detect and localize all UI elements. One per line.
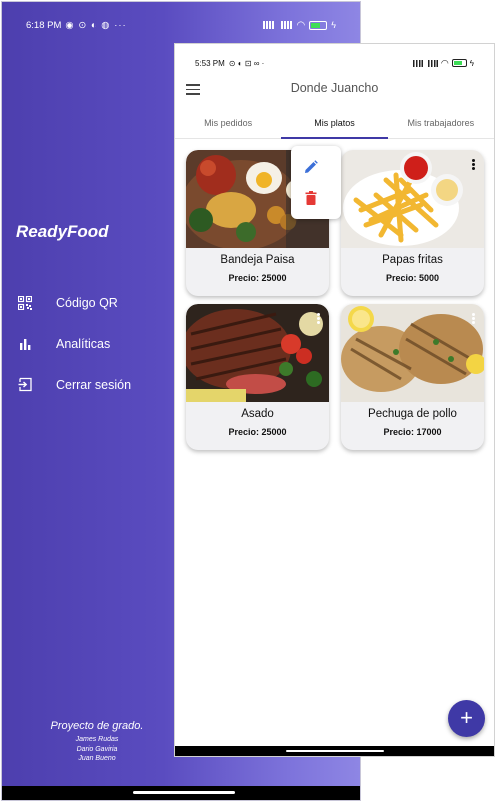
author-name: Juan Bueno (78, 755, 116, 762)
tab-orders[interactable]: Mis pedidos (175, 112, 281, 138)
more-options-icon[interactable] (472, 159, 476, 171)
dish-name: Asado (241, 408, 274, 420)
more-options-icon[interactable] (472, 313, 476, 325)
system-nav-bar (2, 786, 360, 800)
dishes-screen: 5:53 PM ⊙ ◐ ⊡ ∞ · ◠ ϟ Donde Juancho Mis … (174, 43, 495, 757)
drawer-menu: Código QR Analíticas Cerrar sesión (16, 282, 131, 405)
dish-name: Papas fritas (382, 254, 443, 266)
app-bar: Donde Juancho (175, 76, 494, 106)
battery-icon (309, 20, 328, 30)
charging-icon: ϟ (469, 58, 474, 68)
status-icons: ⊙ ◐ ⊡ ∞ · (228, 58, 265, 68)
dish-options-menu (291, 146, 341, 219)
screen: 6:18 PM ◉ ⊙ ◐ ◍ ··· ◠ ϟ ReadyFood Código… (0, 0, 502, 808)
menu-item-qr[interactable]: Código QR (16, 282, 131, 323)
dish-price: Precio: 25000 (228, 273, 287, 283)
footer-title: Proyecto de grado. (50, 720, 144, 732)
dish-card[interactable]: Papas fritas Precio: 5000 (341, 150, 484, 296)
menu-item-analytics[interactable]: Analíticas (16, 323, 131, 364)
dish-price: Precio: 25000 (228, 427, 287, 437)
drawer-footer: Proyecto de grado. James Rudas Dario Gav… (2, 720, 192, 764)
page-title: Donde Juancho (290, 81, 379, 95)
dish-card[interactable]: Asado Precio: 25000 (186, 304, 329, 450)
signal-icon (260, 21, 275, 29)
home-indicator[interactable] (133, 791, 235, 794)
signal-icon (425, 59, 438, 67)
battery-icon (451, 59, 467, 67)
status-time: 6:18 PM (26, 19, 62, 31)
qr-code-icon (16, 294, 34, 312)
tab-dishes[interactable]: Mis platos (281, 112, 388, 139)
status-time: 5:53 PM (195, 58, 225, 68)
edit-icon[interactable] (303, 159, 319, 175)
menu-item-label: Analíticas (56, 336, 111, 351)
dish-image (186, 304, 329, 402)
add-dish-button[interactable]: + (448, 700, 485, 737)
author-name: Dario Gaviria (76, 745, 118, 753)
status-icons: ◉ ⊙ ◐ ◍ ··· (65, 19, 127, 31)
dish-price: Precio: 17000 (383, 427, 442, 437)
author-name: James Rudas (75, 736, 119, 743)
bar-chart-icon (16, 335, 34, 353)
app-brand: ReadyFood (16, 222, 109, 241)
more-options-icon[interactable] (317, 313, 321, 325)
menu-item-label: Cerrar sesión (56, 377, 132, 392)
dish-name: Bandeja Paisa (220, 254, 295, 266)
delete-icon[interactable] (303, 190, 319, 206)
tab-workers[interactable]: Mis trabajadores (388, 112, 494, 138)
dish-price: Precio: 5000 (385, 273, 440, 283)
signal-icon (278, 21, 293, 29)
charging-icon: ϟ (331, 20, 336, 30)
status-bar: 6:18 PM ◉ ⊙ ◐ ◍ ··· ◠ ϟ (26, 16, 336, 34)
wifi-icon: ◠ (296, 19, 306, 31)
logout-icon (16, 376, 34, 394)
dish-image (341, 304, 484, 402)
menu-item-logout[interactable]: Cerrar sesión (16, 364, 131, 405)
signal-icon (410, 59, 423, 67)
home-indicator[interactable] (286, 750, 384, 752)
dish-image (341, 150, 484, 248)
tab-bar: Mis pedidos Mis platos Mis trabajadores (175, 112, 494, 139)
status-bar: 5:53 PM ⊙ ◐ ⊡ ∞ · ◠ ϟ (195, 56, 474, 70)
system-nav-bar (175, 746, 494, 756)
wifi-icon: ◠ (440, 57, 449, 68)
dish-name: Pechuga de pollo (368, 408, 457, 420)
menu-item-label: Código QR (56, 295, 118, 310)
dish-card[interactable]: Pechuga de pollo Precio: 17000 (341, 304, 484, 450)
